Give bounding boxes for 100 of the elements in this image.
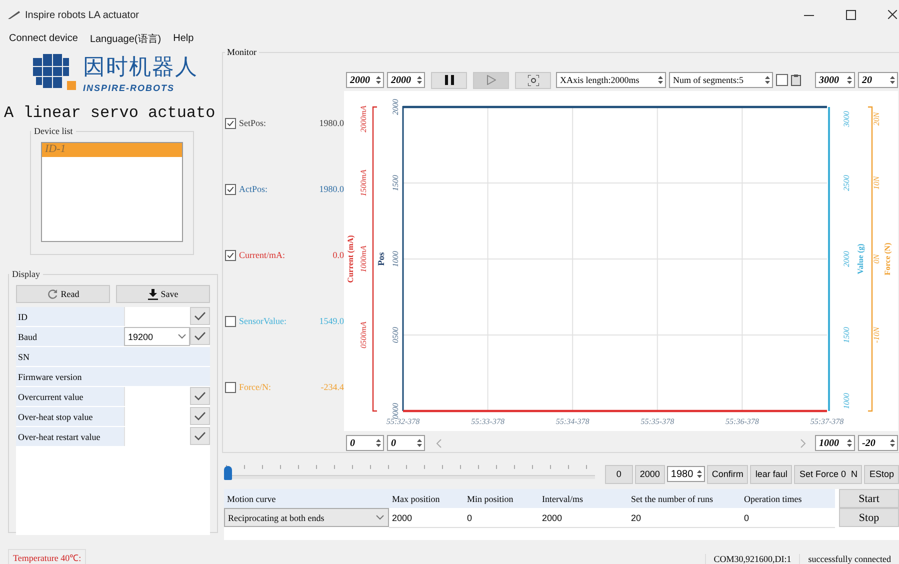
table-cell[interactable]: 0 [741, 508, 835, 528]
checkbox[interactable] [225, 382, 236, 392]
save-button[interactable]: Save [116, 285, 210, 303]
axis-tick-label: 2500 [842, 175, 851, 191]
number-spinbox[interactable]: 3000 [815, 72, 855, 88]
slider-thumb[interactable] [224, 466, 232, 480]
motion-curve-dropdown[interactable]: Reciprocating at both ends [224, 508, 389, 527]
number-spinbox[interactable]: 0 [346, 435, 384, 451]
action-button[interactable]: 2000 [634, 464, 665, 484]
number-spinbox[interactable]: 1000 [815, 435, 855, 451]
number-spinbox[interactable]: -20 [858, 435, 898, 451]
column-header: Set the number of runs [628, 489, 741, 508]
stop-button[interactable]: Stop [839, 508, 899, 527]
play-button[interactable] [473, 72, 509, 88]
spin-arrows-icon[interactable] [375, 74, 382, 86]
spin-arrows-icon[interactable] [657, 74, 664, 86]
spin-arrows-icon[interactable] [764, 74, 771, 86]
spin-arrows-icon[interactable] [846, 74, 853, 86]
table-cell[interactable]: 2000 [389, 508, 464, 528]
apply-button[interactable] [190, 407, 210, 425]
axis-tick-label: 55:34-378 [556, 417, 590, 426]
pen-icon [8, 11, 20, 19]
axis-tick-label: 55:35-378 [640, 417, 674, 426]
fit-view-button[interactable] [515, 72, 551, 88]
apply-button[interactable] [190, 387, 210, 405]
apply-button[interactable] [190, 307, 210, 325]
menu-item[interactable]: Help [173, 33, 194, 44]
signal-label: Current/mA: [239, 250, 286, 260]
caret-icon [376, 515, 384, 520]
column-header: Motion curve [224, 489, 389, 508]
clipboard-icon[interactable] [791, 74, 801, 86]
signal-value: -234.4 [320, 382, 344, 392]
spin-arrows-icon[interactable] [846, 437, 853, 449]
play-icon [486, 75, 496, 85]
window-title: Inspire robots LA actuator [25, 10, 139, 20]
axis-tick-label: 0500mA [359, 322, 368, 348]
checkbox[interactable] [225, 250, 236, 260]
column-header: Max position [389, 489, 464, 508]
spin-arrows-icon[interactable] [696, 468, 704, 480]
field-label: SN [16, 347, 124, 366]
axis-tick-label: 1500mA [359, 170, 368, 196]
apply-button[interactable] [190, 327, 210, 345]
group-title: Display [11, 269, 41, 279]
check-icon [194, 431, 206, 441]
spin-arrows-icon[interactable] [889, 74, 896, 86]
table-cell[interactable]: 20 [628, 508, 741, 528]
number-spinbox[interactable]: 0 [387, 435, 425, 451]
checkbox[interactable] [225, 184, 236, 194]
number-spinbox[interactable]: 20 [858, 72, 898, 88]
signal-label: ActPos: [239, 184, 269, 194]
pause-button[interactable] [431, 72, 467, 88]
pause-icon [444, 75, 454, 85]
apply-button[interactable] [190, 427, 210, 445]
check-icon [194, 391, 206, 401]
number-spinbox[interactable]: 2000 [346, 72, 384, 88]
axis-tick-label: 1000 [391, 251, 400, 267]
spin-arrows-icon[interactable] [375, 437, 382, 449]
logo-name: 因时机器人 [83, 54, 198, 82]
checkbox[interactable] [225, 118, 236, 128]
number-spinbox[interactable]: 2000 [387, 72, 425, 88]
dropdown[interactable]: 19200 [124, 327, 190, 346]
close-icon[interactable] [888, 10, 897, 19]
axis-tick-label: 1000 [842, 393, 851, 409]
spin-arrows-icon[interactable] [889, 437, 896, 449]
spin-arrows-icon[interactable] [416, 74, 423, 86]
xaxis-length-spinbox[interactable]: XAxis length:2000ms [556, 72, 666, 88]
caret-icon [178, 334, 186, 339]
field-label: Baud [16, 327, 124, 346]
action-button[interactable]: Confirm [706, 464, 748, 484]
spin-arrows-icon[interactable] [416, 437, 423, 449]
axis-title: Value (g) [856, 244, 865, 274]
action-button[interactable]: Set Force 0 N [794, 464, 862, 484]
table-cell[interactable]: 2000 [539, 508, 628, 528]
check-icon [194, 311, 206, 321]
axis-tick-label: 1500 [842, 327, 851, 343]
menu-item[interactable]: Connect device [9, 33, 78, 44]
logo-icon [33, 54, 77, 90]
field-label: Over-heat restart value [16, 427, 124, 446]
checkbox[interactable] [776, 74, 788, 86]
menu-item[interactable]: Language(语言) [90, 32, 162, 46]
checkbox[interactable] [225, 316, 236, 326]
port-status: COM30,921600,DI:1 [704, 554, 800, 564]
column-header: Operation times [741, 489, 835, 508]
group-title: Monitor [226, 47, 258, 57]
axis-tick-label: 3000 [842, 111, 851, 127]
segments-spinbox[interactable]: Num of segments:5 [669, 72, 773, 88]
action-button[interactable]: lear faul [750, 464, 792, 484]
signal-value: 1549.0 [318, 316, 344, 326]
action-button[interactable]: 0 [604, 464, 633, 484]
axis-title: Current (mA) [346, 235, 355, 283]
start-button[interactable]: Start [839, 489, 899, 508]
table-cell[interactable]: 0 [464, 508, 539, 528]
axis-tick-label: 10N [872, 176, 881, 190]
maximize-icon[interactable] [846, 10, 856, 20]
read-button[interactable]: Read [16, 285, 110, 303]
signal-value: 0.0 [332, 250, 344, 260]
action-button[interactable]: EStop [864, 464, 899, 484]
field-label: Firmware version [16, 367, 124, 386]
signal-label: SensorValue: [239, 316, 288, 326]
number-spinbox[interactable]: 1980 [666, 466, 705, 482]
